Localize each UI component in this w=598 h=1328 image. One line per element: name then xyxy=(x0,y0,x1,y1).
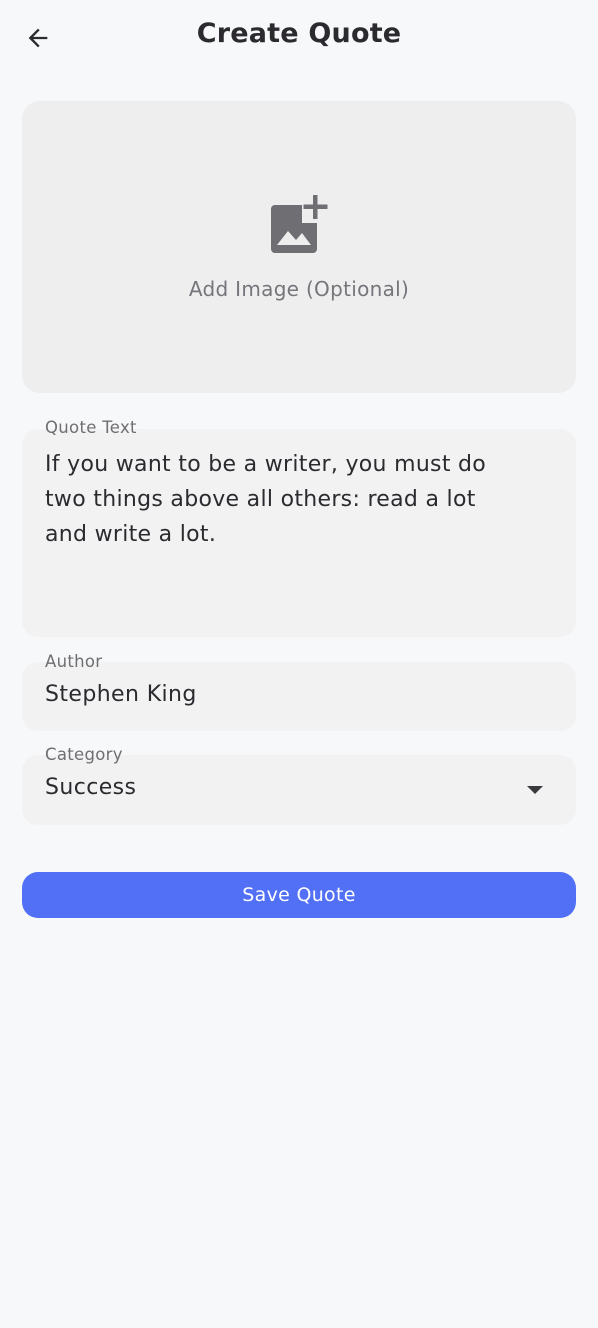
author-value[interactable]: Stephen King xyxy=(45,682,197,707)
quote-text-label: Quote Text xyxy=(45,418,137,437)
app-bar: Create Quote xyxy=(0,0,598,76)
category-label: Category xyxy=(45,745,123,764)
caret-down-icon[interactable] xyxy=(526,785,544,795)
add-image-label: Add Image (Optional) xyxy=(188,277,410,301)
page-title: Create Quote xyxy=(196,18,402,49)
category-selected-value[interactable]: Success xyxy=(45,775,136,800)
quote-text-value[interactable]: If you want to be a writer, you must do … xyxy=(45,447,545,552)
save-quote-button[interactable]: Save Quote xyxy=(22,872,576,918)
author-label: Author xyxy=(45,652,103,671)
add-photo-icon xyxy=(271,195,331,253)
